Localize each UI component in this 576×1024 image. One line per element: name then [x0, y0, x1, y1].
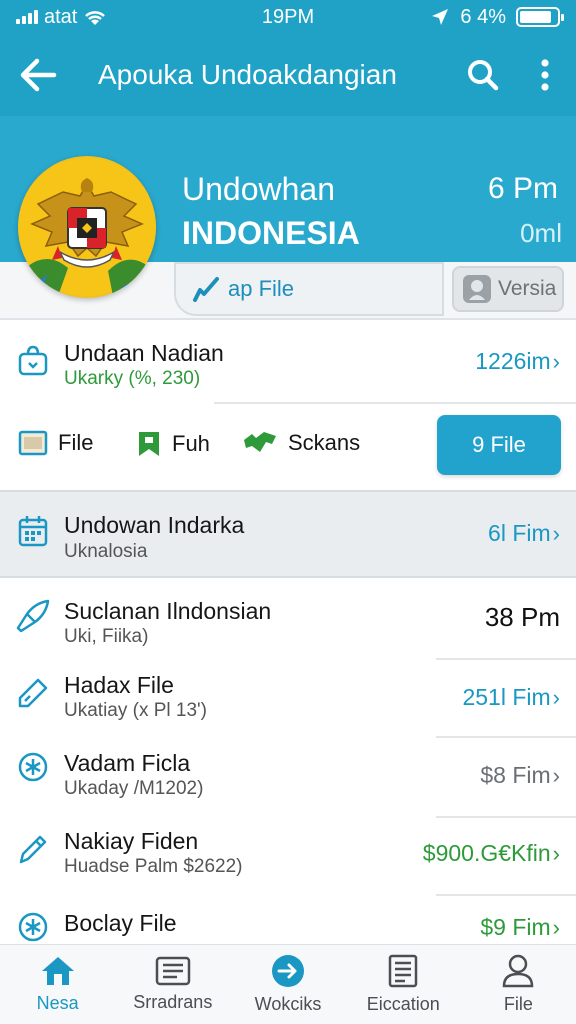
filter-sckans-label: Sckans	[288, 430, 361, 455]
row-value: $900.G€Kfin ›	[422, 840, 560, 866]
chevron-right-icon: ›	[552, 684, 560, 710]
versia-button-label: Versia	[498, 277, 557, 300]
asterisk-icon	[14, 748, 52, 786]
chevron-right-icon: ›	[552, 914, 560, 940]
row-subtitle: Ukaday /M1202)	[64, 778, 204, 799]
more-vertical-icon	[541, 59, 549, 91]
nav-item-eiccation[interactable]: Eiccation	[346, 945, 461, 1024]
row-title: Undowan Indarka	[64, 512, 245, 538]
app-bar: Apouka Undoakdangian	[0, 34, 576, 116]
list-item[interactable]: Boclay File $9 Fim ›	[0, 896, 576, 944]
page-title: Apouka Undoakdangian	[98, 59, 397, 90]
nav-label: Eiccation	[366, 994, 440, 1014]
list-item[interactable]: Vadam Ficla Ukaday /M1202) $8 Fim ›	[0, 738, 576, 816]
divider	[214, 402, 576, 404]
document-icon	[388, 954, 418, 988]
tag-icon	[14, 674, 52, 712]
list-item[interactable]: Hadax File Ukatiay (x Pl 13') 251l Fim ›	[0, 660, 576, 736]
row-subtitle: Uki, Fiika)	[64, 626, 149, 647]
hero-size: 0ml	[520, 218, 562, 248]
chevron-right-icon: ›	[552, 520, 560, 546]
nav-label: Nesa	[36, 993, 79, 1013]
row-subtitle: Ukarky (%, 230)	[64, 368, 201, 389]
home-icon	[41, 957, 74, 985]
check-icon	[193, 277, 219, 302]
profile-icon	[503, 954, 534, 988]
row-value: 251l Fim ›	[462, 684, 560, 710]
location-arrow-icon	[432, 9, 449, 25]
row-value: 1226im ›	[475, 348, 560, 374]
map-icon	[244, 432, 276, 452]
user-badge-icon	[463, 275, 491, 303]
bookmark-icon	[139, 432, 159, 456]
navigate-icon	[272, 955, 304, 987]
battery-icon	[516, 7, 564, 27]
row-title: Nakiay Fiden	[64, 828, 199, 854]
row-value: 38 Pm	[484, 602, 560, 632]
hero-subtitle: INDONESIA	[182, 215, 360, 251]
battery-label: 6 4%	[460, 5, 506, 28]
nav-label: File	[503, 994, 533, 1014]
nav-label: Srradrans	[133, 992, 213, 1012]
chevron-right-icon: ›	[552, 348, 560, 374]
nav-label: Wokciks	[254, 994, 322, 1014]
chevron-right-icon: ›	[552, 840, 560, 866]
row-subtitle: Huadse Palm $2622)	[64, 856, 243, 877]
bottom-navigation: Nesa Srradrans Wokciks Eiccation File	[0, 944, 576, 1024]
back-button[interactable]	[0, 58, 76, 92]
row-title: Suclanan Ilndonsian	[64, 598, 272, 624]
hero-title: Undowhan	[182, 171, 335, 207]
calendar-icon	[14, 512, 52, 550]
search-button[interactable]	[452, 59, 514, 91]
carrier-label: atat	[44, 5, 78, 28]
search-icon	[468, 60, 499, 91]
row-value: $9 Fim ›	[480, 914, 560, 940]
list-item[interactable]: Nakiay Fiden Huadse Palm $2622) $900.G€K…	[0, 818, 576, 896]
emblem-logo	[18, 156, 156, 298]
nav-item-file[interactable]: File	[461, 945, 576, 1024]
row-subtitle: Uknalosia	[64, 541, 148, 562]
nav-item-wokciks[interactable]: Wokciks	[230, 945, 345, 1024]
status-bar: atat 19PM 6 4%	[0, 0, 576, 34]
bag-icon	[14, 342, 52, 380]
row-subtitle: Ukatiay (x Pl 13')	[64, 700, 208, 721]
nav-item-srradrans[interactable]: Srradrans	[115, 945, 230, 1024]
chevron-right-icon: ›	[552, 762, 560, 788]
wifi-icon	[85, 11, 106, 25]
garuda-emblem-icon	[18, 158, 156, 298]
nav-item-nesa[interactable]: Nesa	[0, 945, 115, 1024]
row-title: Vadam Ficla	[64, 750, 191, 776]
row-value: $8 Fim ›	[480, 762, 560, 788]
rocket-icon	[14, 596, 52, 634]
filter-fuh-label: Fuh	[172, 431, 210, 456]
versia-button[interactable]: Versia	[452, 266, 564, 312]
more-menu-button[interactable]	[514, 58, 576, 92]
pen-icon	[14, 830, 52, 868]
list-item[interactable]: Undaan Nadian Ukarky (%, 230) 1226im ›	[0, 322, 576, 402]
list-item[interactable]: Undowan Indarka Uknalosia 6l Fim ›	[0, 492, 576, 576]
signal-icon	[16, 10, 38, 24]
back-arrow-icon	[20, 58, 57, 92]
row-title: Hadax File	[64, 672, 174, 698]
row-title: Boclay File	[64, 910, 177, 936]
filter-fuh[interactable]: Fuh	[136, 430, 210, 458]
row-title: Undaan Nadian	[64, 340, 224, 366]
nine-file-button[interactable]: 9 File	[437, 415, 561, 475]
list-item[interactable]: Suclanan Ilndonsian Uki, Fiika) 38 Pm	[0, 580, 576, 658]
hero-time: 6 Pm	[487, 172, 558, 205]
file-button-label: ap File	[228, 276, 295, 301]
status-time: 19PM	[261, 5, 315, 28]
filter-file-label: File	[58, 430, 94, 455]
filter-sckans[interactable]: Sckans	[242, 430, 360, 456]
folder-icon	[18, 430, 48, 456]
asterisk-circle-icon	[14, 908, 52, 946]
list-icon	[155, 956, 191, 986]
filter-file[interactable]: File	[18, 430, 93, 456]
file-button[interactable]: ap File	[174, 262, 444, 316]
row-value: 6l Fim ›	[488, 520, 560, 546]
